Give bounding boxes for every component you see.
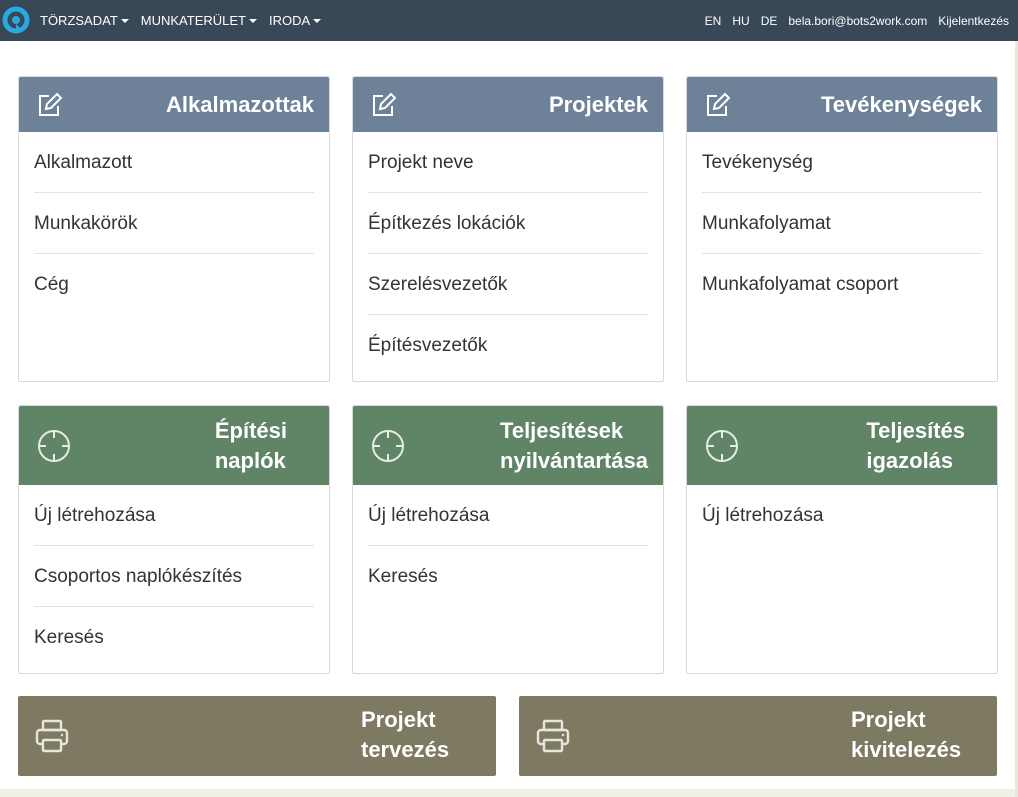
list-item-workflow[interactable]: Munkafolyamat [702,193,982,254]
performance-records-card: Teljesítések nyilvántartása Új létrehozá… [352,405,664,674]
list-item-activity[interactable]: Tevékenység [702,132,982,193]
projects-card-title: Projektek [548,91,648,117]
project-execution-title: Projekt kivitelezés [851,705,961,765]
construction-logs-title-line2: naplók [214,447,286,473]
crosshair-icon [705,429,739,463]
projects-card: Projektek Projekt neve Építkezés lokáció… [352,76,664,382]
menu-munkaterulet[interactable]: MUNKATERÜLET [141,13,257,28]
activities-card-header: Tevékenységek [687,77,997,132]
chevron-down-icon [313,18,322,23]
crosshair-icon [371,429,405,463]
list-item-employee[interactable]: Alkalmazott [34,132,314,193]
projects-card-header: Projektek [353,77,663,132]
lang-hu-link[interactable]: HU [732,14,749,28]
performance-certification-card: Teljesítés igazolás Új létrehozása [686,405,998,674]
printer-icon [535,718,571,754]
list-item-create-new[interactable]: Új létrehozása [368,485,648,546]
crosshair-icon [37,429,71,463]
construction-logs-title-line1: Építési [214,417,287,443]
lang-de-link[interactable]: DE [761,14,778,28]
menu-torzsadat[interactable]: TÖRZSADAT [40,13,129,28]
activities-card-list: Tevékenység Munkafolyamat Munkafolyamat … [687,132,997,315]
list-item-workflow-group[interactable]: Munkafolyamat csoport [702,254,982,315]
employees-card-header: Alkalmazottak [19,77,329,132]
employees-card: Alkalmazottak Alkalmazott Munkakörök Cég [18,76,330,382]
list-item-project-name[interactable]: Projekt neve [368,132,648,193]
chevron-down-icon [248,18,257,23]
performance-certification-title-line1: Teljesítés [866,417,965,443]
list-item-job-roles[interactable]: Munkakörök [34,193,314,254]
construction-logs-card: Építési naplók Új létrehozása Csoportos … [18,405,330,674]
list-item-company[interactable]: Cég [34,254,314,315]
list-item-group-log-creation[interactable]: Csoportos naplókészítés [34,546,314,607]
employees-card-list: Alkalmazott Munkakörök Cég [19,132,329,315]
project-execution-line2: kivitelezés [851,737,962,762]
performance-certification-card-header: Teljesítés igazolás [687,406,997,485]
list-item-create-new[interactable]: Új létrehozása [702,485,982,546]
list-item-installation-managers[interactable]: Szerelésvezetők [368,254,648,315]
project-planning-line2: tervezés [361,737,450,762]
performance-records-card-title: Teljesítések nyilvántartása [500,416,648,476]
top-navbar: TÖRZSADAT MUNKATERÜLET IRODA EN HU DE be… [0,0,1018,41]
performance-certification-card-title: Teljesítés igazolás [866,416,965,476]
activities-card: Tevékenységek Tevékenység Munkafolyamat … [686,76,998,382]
project-planning-banner[interactable]: Projekt tervezés [18,696,496,776]
logout-link[interactable]: Kijelentkezés [938,14,1009,28]
project-planning-line1: Projekt [361,707,436,732]
construction-logs-card-list: Új létrehozása Csoportos naplókészítés K… [19,485,329,668]
employees-card-title: Alkalmazottak [166,91,314,117]
menu-iroda-label: IRODA [268,13,311,28]
list-item-search[interactable]: Keresés [34,607,314,668]
menu-munkaterulet-label: MUNKATERÜLET [140,13,246,28]
performance-records-card-header: Teljesítések nyilvántartása [353,406,663,485]
menu-torzsadat-label: TÖRZSADAT [40,13,118,28]
activities-card-title: Tevékenységek [820,91,982,117]
app-logo[interactable] [2,6,32,36]
lang-en-link[interactable]: EN [705,14,722,28]
list-item-site-managers[interactable]: Építésvezetők [368,315,648,376]
printer-icon [34,718,70,754]
menu-iroda[interactable]: IRODA [268,13,322,28]
chevron-down-icon [120,18,129,23]
performance-certification-title-line2: igazolás [866,447,954,473]
list-item-search[interactable]: Keresés [368,546,648,607]
projects-card-list: Projekt neve Építkezés lokációk Szerelés… [353,132,663,376]
performance-records-title-line1: Teljesítések [500,417,624,443]
performance-records-card-list: Új létrehozása Keresés [353,485,663,607]
nav-right: EN HU DE bela.bori@bots2work.com Kijelen… [705,14,1018,28]
performance-records-title-line2: nyilvántartása [500,447,648,473]
project-planning-title: Projekt tervezés [361,705,449,765]
construction-logs-card-header: Építési naplók [19,406,329,485]
main-menu: TÖRZSADAT MUNKATERÜLET IRODA [40,13,333,28]
list-item-create-new[interactable]: Új létrehozása [34,485,314,546]
performance-certification-card-list: Új létrehozása [687,485,997,546]
project-execution-line1: Projekt [851,707,926,732]
edit-icon [371,92,397,118]
edit-icon [37,92,63,118]
list-item-construction-locations[interactable]: Építkezés lokációk [368,193,648,254]
project-execution-banner[interactable]: Projekt kivitelezés [519,696,997,776]
edit-icon [705,92,731,118]
construction-logs-card-title: Építési naplók [215,416,287,476]
user-email-link[interactable]: bela.bori@bots2work.com [788,14,927,28]
